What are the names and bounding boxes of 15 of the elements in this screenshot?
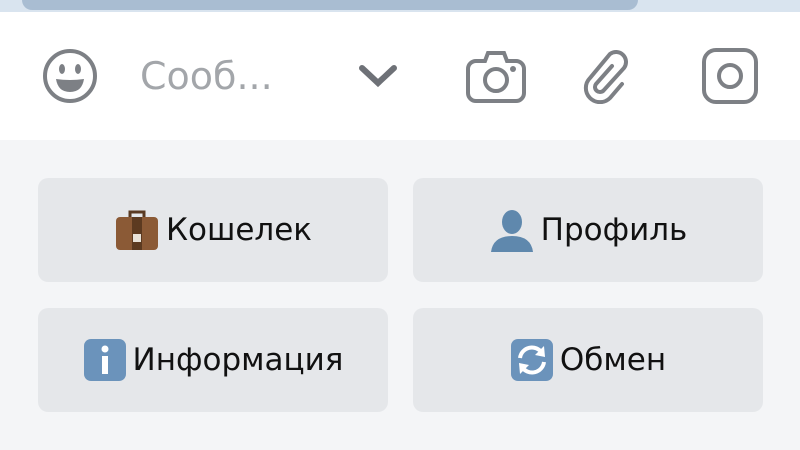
chevron-down-icon [358,64,398,88]
briefcase-icon [114,208,160,252]
keyboard-button[interactable]: Кошелек [38,178,388,282]
person-icon [488,208,535,252]
keyboard-button[interactable]: Профиль [413,178,763,282]
keyboard-button[interactable]: Обмен [413,308,763,412]
record-button[interactable] [700,46,760,106]
camera-icon [466,49,526,103]
refresh-icon [510,338,554,382]
keyboard-button[interactable]: Информация [38,308,388,412]
message-input[interactable]: Сооб... [140,54,310,98]
emoji-icon [42,48,98,104]
record-icon [702,48,758,104]
emoji-button[interactable] [40,46,100,106]
info-icon [82,338,127,382]
